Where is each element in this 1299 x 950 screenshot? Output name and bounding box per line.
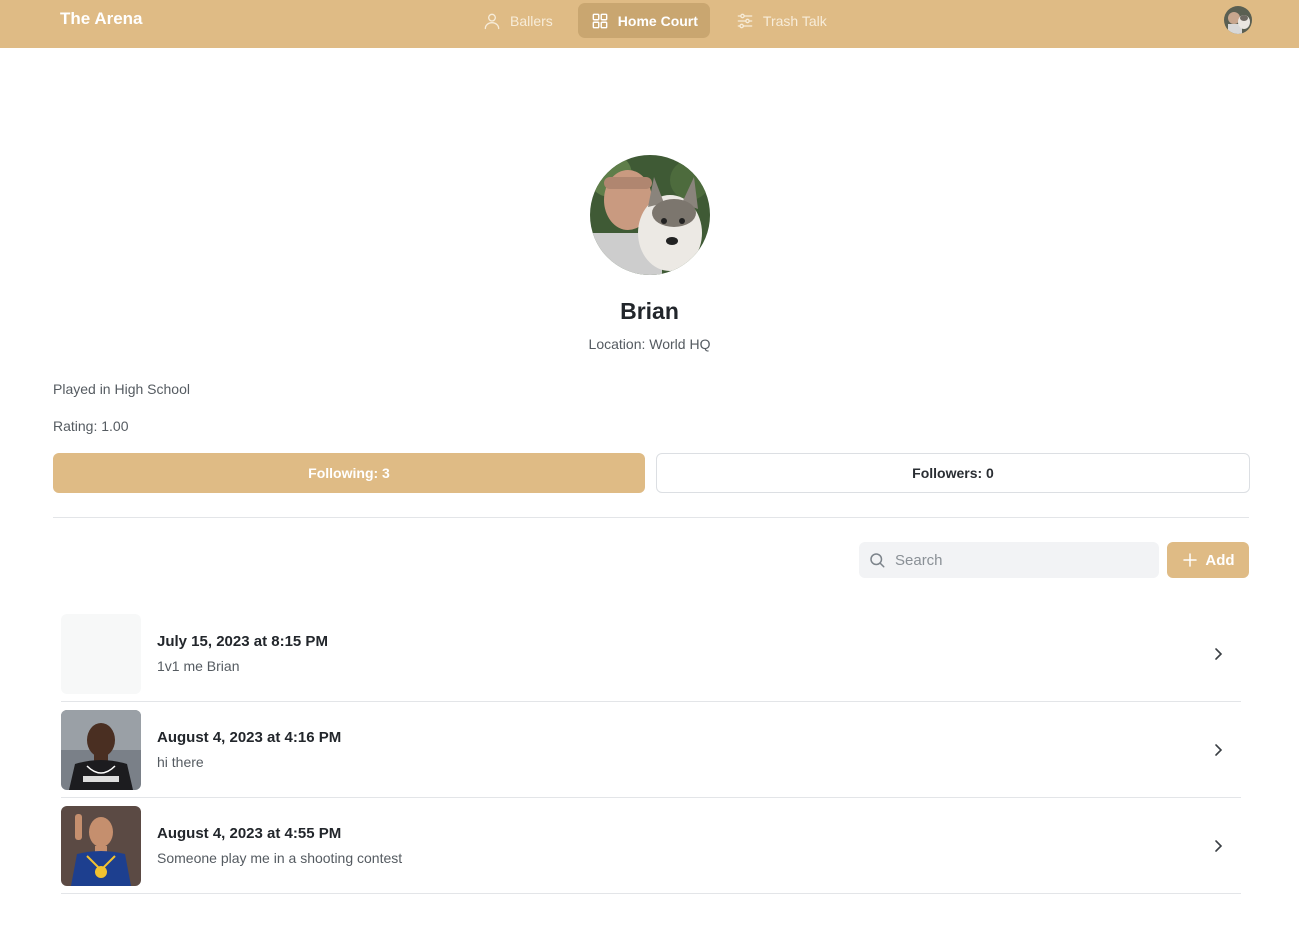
- post-list: July 15, 2023 at 8:15 PM 1v1 me Brian Au…: [61, 606, 1241, 894]
- chevron-right-icon: [1215, 744, 1223, 756]
- user-icon: [484, 13, 500, 29]
- nav-item-label: Trash Talk: [762, 12, 827, 29]
- post-thumbnail: [61, 710, 141, 790]
- nav-item-ballers[interactable]: Ballers: [470, 3, 565, 38]
- user-avatar[interactable]: [1224, 6, 1252, 34]
- played-level: Played in High School: [53, 381, 190, 397]
- post-thumbnail: [61, 806, 141, 886]
- nav-item-home-court[interactable]: Home Court: [577, 3, 710, 38]
- search-input[interactable]: [893, 542, 1153, 578]
- section-divider: [53, 517, 1249, 518]
- post-date: July 15, 2023 at 8:15 PM: [157, 633, 328, 650]
- post-text: hi there: [157, 754, 204, 770]
- search-icon: [870, 553, 885, 568]
- profile-location: Location: World HQ: [588, 336, 711, 352]
- post-text: Someone play me in a shooting contest: [157, 850, 403, 866]
- top-nav-bar: The Arena Ballers Home Court Trash Talk: [0, 0, 1299, 48]
- chevron-right-icon: [1215, 840, 1223, 852]
- plus-icon: [1183, 553, 1198, 567]
- add-button[interactable]: Add: [1167, 542, 1249, 578]
- main-nav: Ballers Home Court Trash Talk: [470, 3, 839, 38]
- chevron-right-icon: [1215, 648, 1223, 660]
- followers-button[interactable]: Followers: 0: [656, 453, 1250, 493]
- sliders-icon: [737, 13, 753, 28]
- nav-item-trash-talk[interactable]: Trash Talk: [723, 3, 839, 38]
- profile-avatar: [590, 155, 710, 275]
- app-brand[interactable]: The Arena: [60, 9, 143, 29]
- search-field[interactable]: [859, 542, 1159, 578]
- post-text: 1v1 me Brian: [157, 658, 240, 674]
- list-item[interactable]: August 4, 2023 at 4:55 PM Someone play m…: [61, 798, 1241, 894]
- post-date: August 4, 2023 at 4:16 PM: [157, 729, 342, 746]
- nav-item-label: Home Court: [617, 12, 698, 29]
- profile-name: Brian: [620, 298, 679, 324]
- post-date: August 4, 2023 at 4:55 PM: [157, 825, 342, 842]
- add-button-label: Add: [1205, 551, 1235, 569]
- list-item[interactable]: July 15, 2023 at 8:15 PM 1v1 me Brian: [61, 606, 1241, 702]
- nav-item-label: Ballers: [510, 12, 553, 29]
- list-item[interactable]: August 4, 2023 at 4:16 PM hi there: [61, 702, 1241, 798]
- following-button[interactable]: Following: 3: [53, 453, 645, 493]
- post-thumbnail: [61, 614, 141, 694]
- rating-value: Rating: 1.00: [53, 418, 129, 434]
- grid-icon: [592, 13, 608, 28]
